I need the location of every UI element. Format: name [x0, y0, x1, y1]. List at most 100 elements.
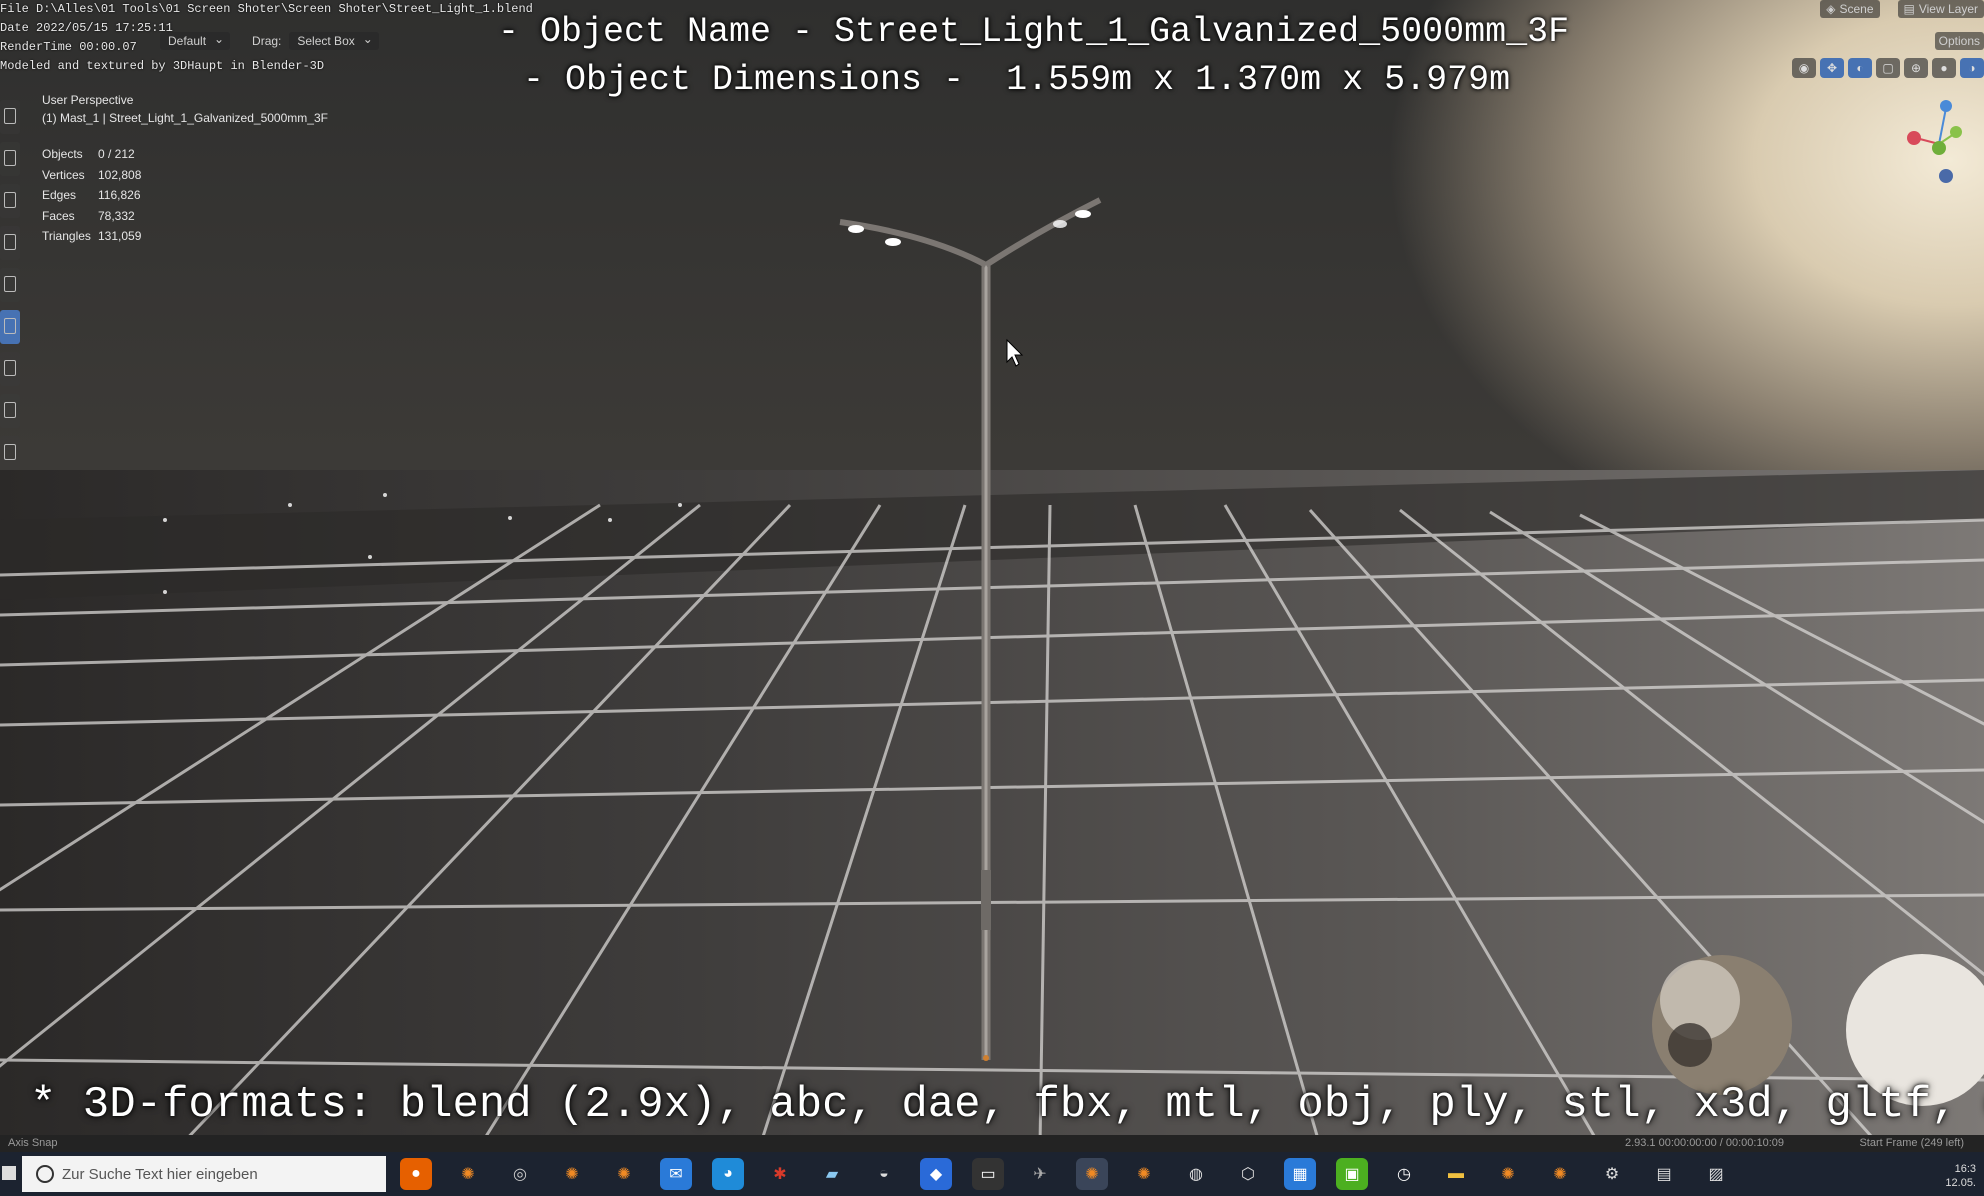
blender-icon[interactable]: ✺: [1492, 1158, 1524, 1190]
street-light-model[interactable]: [839, 197, 1102, 1061]
scene-statistics: Objects 0 / 212 Vertices 102,808 Edges 116,…: [42, 147, 141, 250]
transform-orientation-dropdown[interactable]: Default: [160, 32, 231, 50]
scale-icon: [4, 276, 16, 292]
stat-row: Triangles 131,059: [42, 229, 142, 243]
scene-render: [0, 197, 1984, 1146]
paint-icon[interactable]: ◒: [868, 1158, 900, 1190]
panda-icon[interactable]: ◍: [1180, 1158, 1212, 1190]
measure-tool[interactable]: [0, 394, 20, 428]
cube-app-icon[interactable]: ⬡: [1232, 1158, 1264, 1190]
overlay-toggle-icon[interactable]: ◐: [1848, 58, 1872, 78]
network-app-icon[interactable]: ▤: [1648, 1158, 1680, 1190]
neg-y-axis-icon: [1932, 141, 1946, 155]
formats-caption: * 3D-formats: blend (2.9x), abc, dae, fb…: [30, 1080, 1984, 1130]
select-tool[interactable]: [0, 100, 20, 134]
notes-icon[interactable]: ▰: [816, 1158, 848, 1190]
stat-row: Edges 116,826: [42, 188, 141, 202]
search-icon: [36, 1165, 54, 1183]
status-left: Axis Snap: [8, 1137, 58, 1149]
viewport-overlay-text: User Perspective (1) Mast_1 | Street_Lig…: [42, 93, 328, 129]
view-layer-selector[interactable]: ▤ View Layer: [1897, 0, 1984, 18]
transform-icon: [4, 318, 16, 334]
firefox-icon[interactable]: ●: [400, 1158, 432, 1190]
options-button[interactable]: Options: [1934, 32, 1984, 50]
taskbar-search[interactable]: Zur Suche Text hier eingeben: [22, 1156, 386, 1192]
rotate-tool[interactable]: [0, 226, 20, 260]
view-layer-label: View Layer: [1918, 2, 1978, 16]
z-axis-icon: [1940, 100, 1952, 112]
view-layer-icon: ▤: [1903, 2, 1915, 16]
active-object-label: (1) Mast_1 | Street_Light_1_Galvanized_5…: [42, 111, 328, 125]
system-tray[interactable]: 16:3 12.05.: [1945, 1162, 1976, 1190]
transform-tool[interactable]: [0, 310, 20, 344]
terminal-icon[interactable]: ▭: [972, 1158, 1004, 1190]
windows-taskbar: Zur Suche Text hier eingeben ● ✺ ◎ ✺ ✺ ✉…: [0, 1152, 1984, 1196]
settings-icon[interactable]: ⚙: [1596, 1158, 1628, 1190]
scene-selector[interactable]: ◈ Scene: [1820, 0, 1880, 18]
object-name-title: - Object Name - Street_Light_1_Galvanize…: [498, 12, 1570, 52]
visibility-icon[interactable]: ◉: [1792, 58, 1816, 78]
windows-start-icon[interactable]: [2, 1166, 16, 1180]
move-icon: [4, 192, 16, 208]
clock-app-icon[interactable]: ◷: [1388, 1158, 1420, 1190]
xray-icon[interactable]: ▢: [1876, 58, 1900, 78]
stamp-rendertime: RenderTime 00:00.07: [0, 40, 137, 54]
annotate-tool[interactable]: [0, 352, 20, 386]
taskbar-apps: ● ✺ ◎ ✺ ✺ ✉ ◕ ✱ ▰ ◒ ◆ ▭ ✈ ✺ ✺ ◍ ⬡ ▦ ▣ ◷ …: [400, 1158, 1732, 1190]
store-icon[interactable]: ◆: [920, 1158, 952, 1190]
blender-icon[interactable]: ✺: [452, 1158, 484, 1190]
blender-icon[interactable]: ✺: [1128, 1158, 1160, 1190]
navigation-gizmo[interactable]: [1904, 98, 1964, 188]
status-right: Start Frame (249 left): [1859, 1137, 1964, 1149]
folder-icon[interactable]: ▬: [1440, 1158, 1472, 1190]
drag-select-dropdown[interactable]: Select Box: [289, 32, 379, 50]
blender-icon[interactable]: ✺: [556, 1158, 588, 1190]
x-axis-icon: [1907, 131, 1921, 145]
move-tool[interactable]: [0, 184, 20, 218]
tool-icon[interactable]: ✈: [1024, 1158, 1056, 1190]
status-version: 2.93.1 00:00:00:00 / 00:00:10:09: [1624, 1137, 1784, 1149]
blender-icon[interactable]: ✺: [1076, 1158, 1108, 1190]
stat-row: Vertices 102,808: [42, 167, 142, 182]
obs-icon[interactable]: ◎: [504, 1158, 536, 1190]
viewport-shading-bar: ◉ ✥ ◐ ▢ ⊕ ● ◑: [1792, 58, 1984, 78]
stamp-file: File D:\Alles\01 Tools\01 Screen Shoter\…: [0, 2, 533, 16]
solid-shading-icon[interactable]: ●: [1932, 58, 1956, 78]
cursor-icon: [4, 150, 16, 166]
scene-icon: ◈: [1826, 2, 1836, 16]
search-placeholder: Zur Suche Text hier eingeben: [62, 1165, 258, 1183]
cube-icon: [4, 444, 16, 460]
stamp-date: Date 2022/05/15 17:25:11: [0, 21, 173, 35]
wireframe-shading-icon[interactable]: ⊕: [1904, 58, 1928, 78]
mail-icon[interactable]: ✉: [660, 1158, 692, 1190]
drag-label: Drag:: [252, 34, 282, 48]
measure-icon: [4, 402, 16, 418]
annotate-icon: [4, 360, 16, 376]
gizmo-toggle-icon[interactable]: ✥: [1820, 58, 1844, 78]
stat-row: Faces 78,332: [42, 208, 135, 223]
window-app-icon[interactable]: ▨: [1700, 1158, 1732, 1190]
object-dimensions-title: - Object Dimensions - 1.559m x 1.370m x …: [523, 60, 1511, 100]
calendar-icon[interactable]: ▦: [1284, 1158, 1316, 1190]
status-bar: Axis Snap 2.93.1 00:00:00:00 / 00:00:10:…: [0, 1135, 1984, 1152]
nvidia-icon[interactable]: ▣: [1336, 1158, 1368, 1190]
3d-viewport[interactable]: File D:\Alles\01 Tools\01 Screen Shoter\…: [0, 0, 1984, 1146]
cursor-tool[interactable]: [0, 142, 20, 176]
tray-date: 12.05.: [1945, 1177, 1976, 1189]
mouse-cursor: [1006, 338, 1024, 367]
material-shading-icon[interactable]: ◑: [1960, 58, 1984, 78]
stamp-note: Modeled and textured by 3DHaupt in Blend…: [0, 59, 325, 73]
scale-tool[interactable]: [0, 268, 20, 302]
blender-icon[interactable]: ✺: [1544, 1158, 1576, 1190]
blender-icon[interactable]: ✺: [608, 1158, 640, 1190]
y-axis-icon: [1950, 126, 1962, 138]
viewport-header: Default Drag: Select Box: [160, 30, 379, 52]
select-icon: [4, 108, 16, 124]
app-icon[interactable]: ✱: [764, 1158, 796, 1190]
perspective-label: User Perspective: [42, 93, 134, 107]
stat-row: Objects 0 / 212: [42, 147, 135, 161]
add-cube-tool[interactable]: [0, 436, 20, 470]
rotate-icon: [4, 234, 16, 250]
edge-icon[interactable]: ◕: [712, 1158, 744, 1190]
tool-shelf: [0, 100, 22, 478]
